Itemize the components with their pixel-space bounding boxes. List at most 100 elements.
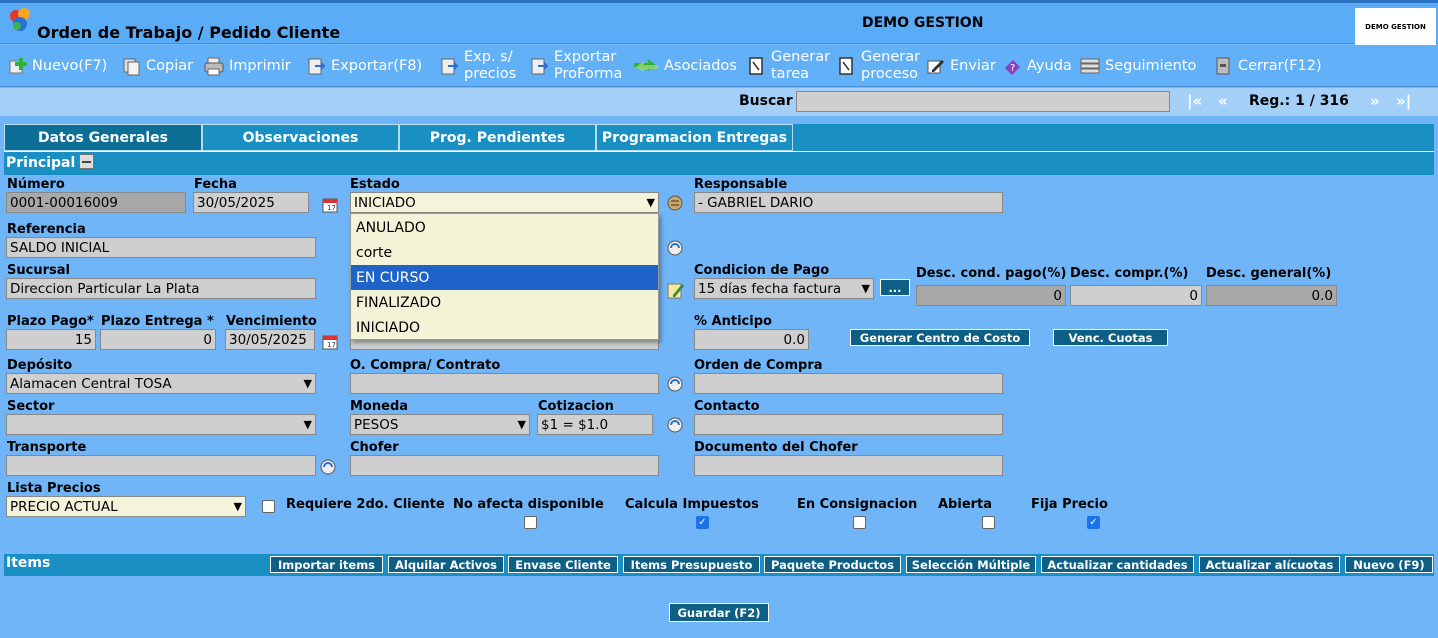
vencimiento-field[interactable]: 30/05/2025: [225, 329, 315, 350]
o-compra-contrato-field[interactable]: [350, 373, 659, 394]
next-record-button[interactable]: »: [1370, 92, 1380, 110]
referencia-label: Referencia: [7, 222, 86, 237]
refresh-icon[interactable]: [665, 373, 685, 395]
toolbar: Nuevo(F7) Copiar Imprimir Exportar(F8) E…: [0, 45, 1438, 87]
tab-observaciones[interactable]: Observaciones: [202, 124, 399, 151]
plazo-pago-field[interactable]: 15: [6, 329, 96, 350]
send-button[interactable]: Enviar: [924, 46, 996, 86]
calendar-icon[interactable]: 17: [320, 331, 340, 353]
transporte-field[interactable]: [6, 455, 316, 476]
copy-button[interactable]: Copiar: [120, 46, 193, 86]
prev-record-button[interactable]: «: [1218, 92, 1228, 110]
contacto-field[interactable]: [694, 414, 1003, 435]
condicion-pago-select[interactable]: 15 días fecha factura ▼: [694, 278, 874, 299]
stack-icon: [1079, 55, 1101, 77]
responsable-field[interactable]: - GABRIEL DARIO: [694, 192, 1003, 213]
rent-assets-button[interactable]: Alquilar Activos: [388, 556, 504, 573]
tab-datos-generales[interactable]: Datos Generales: [4, 124, 202, 151]
cotizacion-field[interactable]: $1 = $1.0: [537, 414, 653, 435]
estado-option-corte[interactable]: corte: [351, 240, 658, 265]
chofer-field[interactable]: [350, 455, 659, 476]
edit-icon[interactable]: [665, 279, 685, 301]
calendar-icon[interactable]: 17: [320, 194, 340, 216]
import-items-button[interactable]: Importar items: [270, 556, 383, 573]
calcula-impuestos-checkbox[interactable]: ✓: [696, 516, 709, 529]
new-item-button[interactable]: Nuevo (F9): [1345, 556, 1433, 573]
fija-precio-checkbox[interactable]: ✓: [1087, 516, 1100, 529]
last-record-button[interactable]: »|: [1396, 92, 1411, 110]
search-input[interactable]: [796, 91, 1170, 112]
close-button[interactable]: Cerrar(F12): [1212, 46, 1322, 86]
estado-option-anulado[interactable]: ANULADO: [351, 215, 658, 240]
moneda-label: Moneda: [350, 399, 409, 414]
new-button[interactable]: Nuevo(F7): [6, 46, 107, 86]
fija-precio-label: Fija Precio: [1031, 497, 1108, 512]
plazo-entrega-field[interactable]: 0: [100, 329, 216, 350]
multiple-selection-button[interactable]: Selección Múltiple: [906, 556, 1036, 573]
print-button[interactable]: Imprimir: [203, 46, 291, 86]
installments-button[interactable]: Venc. Cuotas: [1053, 329, 1168, 346]
tab-bar: Datos Generales Observaciones Prog. Pend…: [4, 124, 1434, 151]
export-button[interactable]: Exportar(F8): [305, 46, 422, 86]
documento-chofer-field[interactable]: [694, 455, 1003, 476]
update-quantities-button[interactable]: Actualizar cantidades: [1041, 556, 1194, 573]
collapse-icon[interactable]: [79, 154, 94, 169]
generate-process-button[interactable]: Generar proceso: [835, 46, 920, 86]
fecha-field[interactable]: 30/05/2025: [193, 192, 309, 213]
abierta-label: Abierta: [938, 497, 993, 512]
chevron-down-icon: ▼: [861, 282, 870, 295]
export-proforma-button[interactable]: Exportar ProForma: [528, 46, 622, 86]
sucursal-field[interactable]: Direccion Particular La Plata: [6, 278, 316, 299]
associated-button[interactable]: Asociados: [632, 46, 737, 86]
desc-general-label: Desc. general(%): [1206, 266, 1332, 281]
printer-icon: [203, 55, 225, 77]
first-record-button[interactable]: |«: [1187, 92, 1202, 110]
refresh-icon[interactable]: [665, 237, 685, 259]
estado-label: Estado: [350, 177, 400, 192]
numero-field: 0001-00016009: [6, 192, 186, 213]
condicion-pago-more-button[interactable]: ...: [880, 279, 910, 296]
orden-compra-field[interactable]: [694, 373, 1003, 394]
product-package-button[interactable]: Paquete Productos: [764, 556, 901, 573]
help-button[interactable]: ? Ayuda: [1001, 46, 1072, 86]
export-icon: [438, 55, 460, 77]
tab-programacion-entregas[interactable]: Programacion Entregas: [596, 124, 793, 151]
sector-select[interactable]: ▼: [6, 414, 316, 435]
save-button[interactable]: Guardar (F2): [669, 603, 769, 622]
estado-option-en-curso[interactable]: EN CURSO: [351, 265, 658, 290]
anticipo-field[interactable]: 0.0: [694, 329, 809, 350]
referencia-field[interactable]: SALDO INICIAL: [6, 237, 316, 258]
lista-precios-select[interactable]: PRECIO ACTUAL ▼: [6, 496, 246, 517]
responsable-label: Responsable: [694, 177, 788, 192]
update-rates-button[interactable]: Actualizar alícuotas: [1199, 556, 1340, 573]
svg-text:?: ?: [1010, 63, 1015, 74]
refresh-icon[interactable]: [318, 456, 338, 478]
tracking-button[interactable]: Seguimiento: [1079, 46, 1196, 86]
estado-select[interactable]: INICIADO ▼: [350, 192, 659, 213]
help-icon: ?: [1001, 55, 1023, 77]
abierta-checkbox[interactable]: [982, 516, 995, 529]
chevron-down-icon: ▼: [646, 196, 655, 209]
estado-option-iniciado[interactable]: INICIADO: [351, 315, 658, 340]
budget-items-button[interactable]: Items Presupuesto: [623, 556, 760, 573]
items-title: Items: [6, 555, 51, 571]
deposito-select[interactable]: Alamacen Central TOSA ▼: [6, 373, 316, 394]
refresh-icon[interactable]: [665, 414, 685, 436]
tab-prog-pendientes[interactable]: Prog. Pendientes: [399, 124, 596, 151]
numero-label: Número: [7, 177, 65, 192]
requiere-cliente-checkbox[interactable]: [262, 500, 275, 513]
deposito-label: Depósito: [7, 358, 73, 373]
chevron-down-icon: ▼: [303, 418, 312, 431]
desc-compr-field[interactable]: 0: [1070, 285, 1202, 306]
no-afecta-checkbox[interactable]: [524, 516, 537, 529]
estado-option-finalizado[interactable]: FINALIZADO: [351, 290, 658, 315]
lookup-icon[interactable]: [665, 192, 685, 214]
generate-cost-center-button[interactable]: Generar Centro de Costo: [850, 329, 1030, 346]
export-no-prices-button[interactable]: Exp. s/precios: [438, 46, 516, 86]
add-icon: [6, 55, 28, 77]
customer-container-button[interactable]: Envase Cliente: [508, 556, 618, 573]
moneda-select[interactable]: PESOS ▼: [350, 414, 530, 435]
generate-task-button[interactable]: Generar tarea: [745, 46, 830, 86]
consignacion-checkbox[interactable]: [853, 516, 866, 529]
export-icon: [305, 55, 327, 77]
